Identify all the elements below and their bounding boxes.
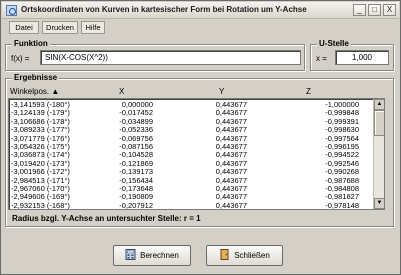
column-header-y: Y — [219, 87, 225, 96]
app-window: Ortskoordinaten von Kurven in kartesisch… — [0, 0, 401, 275]
function-input[interactable]: SIN(X-COS(X^2)) — [40, 50, 301, 65]
results-scrollbar[interactable]: ▲ ▼ — [373, 99, 384, 209]
berechnen-label: Berechnen — [140, 251, 179, 260]
column-header-x: X — [119, 87, 125, 96]
z-cell: -0,978148 — [325, 200, 359, 210]
y-cell: 0,443677 — [215, 200, 247, 210]
schliessen-button[interactable]: Schließen — [206, 245, 283, 266]
minimize-button[interactable]: _ — [353, 4, 366, 16]
calculator-icon — [125, 249, 136, 260]
scroll-down-arrow-icon[interactable]: ▼ — [374, 198, 384, 209]
berechnen-button[interactable]: Berechnen — [113, 245, 191, 266]
app-icon — [6, 5, 17, 16]
menu-hilfe[interactable]: Hilfe — [81, 21, 105, 34]
results-list[interactable]: -3,141593 (-180°) 0,000000 0,443677 -1,0000… — [8, 98, 385, 210]
angle-cell: -2,932153 (-168°) — [11, 200, 70, 210]
funktion-group: Funktion f(x) = SIN(X-COS(X^2)) — [5, 39, 305, 71]
ustelle-label: x = — [316, 54, 327, 63]
menu-drucken[interactable]: Drucken — [42, 21, 78, 34]
ustelle-group: U-Stelle x = 1,000 — [310, 39, 394, 71]
close-button[interactable]: X — [383, 4, 396, 16]
x-value-input[interactable]: 1,000 — [335, 50, 389, 65]
menu-datei[interactable]: Datei — [9, 21, 39, 34]
ergebnisse-group-title: Ergebnisse — [12, 73, 60, 82]
funktion-label: f(x) = — [11, 54, 30, 63]
funktion-group-title: Funktion — [12, 39, 50, 48]
close-door-icon — [220, 249, 229, 260]
list-item[interactable]: -2,932153 (-168°) -0,207912 0,443677 -0,978… — [9, 200, 375, 210]
window-title: Ortskoordinaten von Kurven in kartesisch… — [21, 5, 307, 14]
x-cell: -0,207912 — [119, 200, 153, 210]
menu-bar: Datei Drucken Hilfe — [2, 19, 399, 36]
schliessen-label: Schließen — [234, 251, 270, 260]
radius-info: Radius bzgl. Y-Achse an untersuchter Ste… — [12, 214, 201, 223]
maximize-button[interactable]: □ — [368, 4, 381, 16]
scroll-thumb[interactable] — [374, 110, 384, 136]
column-header-winkelpos[interactable]: Winkelpos. ▲ — [10, 87, 59, 96]
column-header-z: Z — [306, 87, 311, 96]
ustelle-group-title: U-Stelle — [317, 39, 351, 48]
title-bar: Ortskoordinaten von Kurven in kartesisch… — [2, 2, 399, 19]
scroll-up-arrow-icon[interactable]: ▲ — [374, 99, 384, 110]
